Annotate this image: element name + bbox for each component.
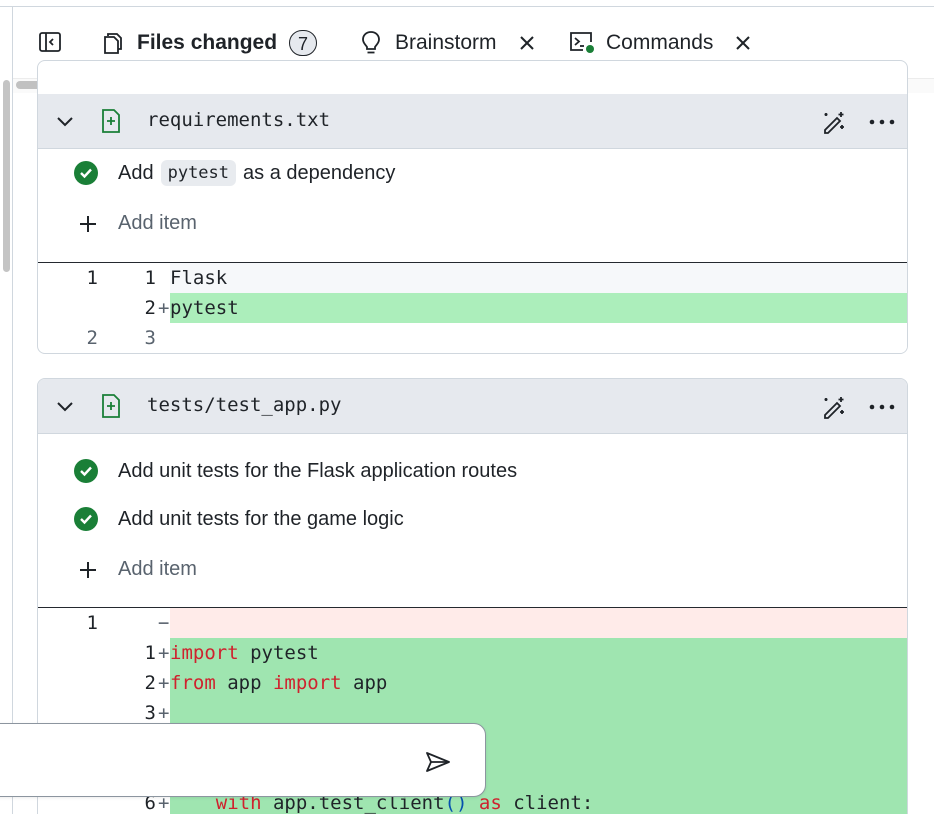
old-line-number: 2 [86, 327, 98, 349]
top-border [0, 0, 934, 7]
diff-sign: − [158, 612, 170, 634]
task-code-chip: pytest [160, 160, 237, 186]
file-diff-icon [99, 29, 127, 57]
file-header: requirements.txt [38, 94, 907, 149]
code-line [170, 323, 907, 353]
more-options-icon[interactable] [867, 394, 897, 420]
code-text: client: [501, 792, 594, 814]
send-icon [426, 752, 450, 772]
code-text: app [341, 672, 388, 694]
magic-edit-icon[interactable] [821, 394, 847, 420]
code-line: pytest [170, 293, 907, 323]
new-line-number: 3 [144, 327, 156, 349]
file-added-icon [100, 393, 122, 419]
tab-files-changed[interactable]: Files changed 7 [99, 23, 318, 63]
diff-sign: + [158, 672, 170, 694]
diff-line: 2 3 [38, 323, 907, 353]
new-line-number: 2 [144, 297, 156, 319]
plus-icon [78, 560, 98, 580]
file-name[interactable]: tests/test_app.py [147, 394, 341, 416]
send-button[interactable] [423, 748, 453, 776]
task-item: Add unit tests for the Flask application… [74, 459, 517, 483]
check-circle-icon[interactable] [74, 161, 98, 185]
more-options-icon[interactable] [867, 109, 897, 135]
code-keyword: import [170, 642, 239, 664]
diff-line: 1 − [38, 608, 907, 638]
code-keyword: from [170, 672, 216, 694]
lightbulb-icon [357, 29, 385, 57]
plus-icon [78, 214, 98, 234]
check-circle-icon[interactable] [74, 507, 98, 531]
composer-input[interactable] [13, 744, 407, 780]
diff-line: 1 1 Flask [38, 263, 907, 293]
chevron-down-icon[interactable] [54, 111, 76, 133]
old-line-number: 1 [86, 267, 98, 289]
add-item-label: Add item [118, 212, 197, 234]
chevron-down-icon[interactable] [54, 396, 76, 418]
code-line [170, 608, 907, 638]
code-line: from app import app [170, 668, 907, 698]
diff-line: 1 + import pytest [38, 638, 907, 668]
new-line-number: 1 [144, 642, 156, 664]
diff-view: 1 1 Flask 2 + pytest 2 3 [38, 262, 907, 353]
code-text: pytest [238, 642, 319, 664]
app-root: Files changed 7 Brainstorm Commands requ… [0, 0, 934, 814]
file-added-icon [100, 108, 122, 134]
vertical-scrollbar-thumb[interactable] [3, 80, 10, 272]
task-text: Add unit tests for the Flask application… [118, 459, 518, 482]
add-item-button[interactable]: Add item [78, 212, 197, 235]
close-icon[interactable] [731, 31, 755, 55]
tab-brainstorm-label: Brainstorm [395, 31, 497, 54]
terminal-icon [568, 29, 596, 57]
file-header: tests/test_app.py [38, 379, 907, 434]
magic-edit-icon[interactable] [821, 109, 847, 135]
sidebar-toggle-icon [39, 32, 61, 52]
check-circle-icon[interactable] [74, 459, 98, 483]
task-text-prefix: Add [118, 161, 154, 184]
tab-brainstorm[interactable]: Brainstorm [357, 23, 539, 63]
task-item: Add pytest as a dependency [74, 160, 395, 186]
task-text-suffix: as a dependency [243, 161, 396, 184]
diff-sign: + [158, 642, 170, 664]
left-divider [12, 6, 13, 814]
sidebar-toggle-button[interactable] [37, 29, 63, 55]
task-item: Add unit tests for the game logic [74, 507, 404, 531]
code-text: app [215, 672, 273, 694]
close-icon[interactable] [515, 31, 539, 55]
code-keyword: import [272, 672, 342, 694]
diff-line: 2 + from app import app [38, 668, 907, 698]
add-item-button[interactable]: Add item [78, 558, 197, 581]
new-line-number: 1 [144, 267, 156, 289]
code-line: Flask [170, 263, 907, 293]
code-line: import pytest [170, 638, 907, 668]
files-changed-count-badge: 7 [289, 30, 318, 56]
chat-composer [0, 723, 486, 797]
diff-line: 2 + pytest [38, 293, 907, 323]
tab-commands-label: Commands [606, 31, 714, 54]
old-line-number: 1 [86, 612, 98, 634]
file-card: requirements.txt Add pytest as a depende… [37, 60, 908, 354]
file-name[interactable]: requirements.txt [147, 109, 330, 131]
tab-files-changed-label: Files changed [137, 31, 278, 54]
add-item-label: Add item [118, 558, 197, 580]
diff-sign: + [158, 297, 170, 319]
task-text: Add unit tests for the game logic [118, 507, 404, 530]
tab-commands[interactable]: Commands [568, 23, 755, 63]
new-line-number: 2 [144, 672, 156, 694]
